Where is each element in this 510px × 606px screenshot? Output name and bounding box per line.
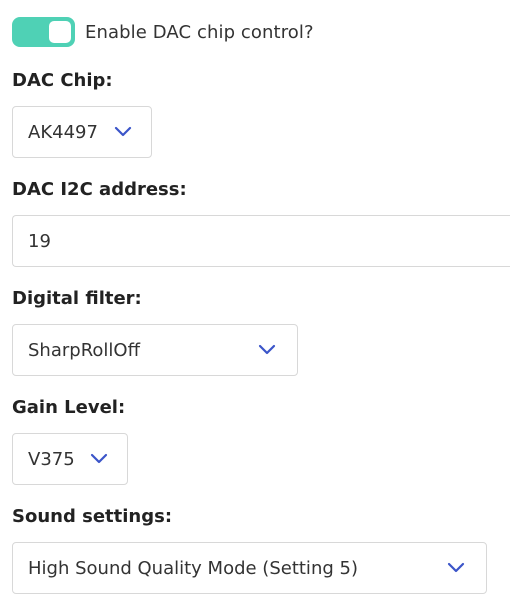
enable-dac-label: Enable DAC chip control? [85, 21, 314, 43]
i2c-address-value: 19 [28, 230, 51, 252]
i2c-address-label: DAC I2C address: [12, 179, 187, 200]
chevron-down-icon [446, 561, 466, 575]
sound-settings-value: High Sound Quality Mode (Setting 5) [28, 557, 358, 579]
gain-level-select[interactable]: V375 [12, 433, 128, 485]
dac-settings-panel: Enable DAC chip control? DAC Chip: AK449… [0, 0, 510, 606]
dac-chip-select[interactable]: AK4497 [12, 106, 152, 158]
enable-dac-toggle[interactable] [12, 17, 75, 47]
sound-settings-select[interactable]: High Sound Quality Mode (Setting 5) [12, 542, 487, 594]
chevron-down-icon [257, 343, 277, 357]
chevron-down-icon [113, 125, 133, 139]
enable-dac-toggle-row: Enable DAC chip control? [12, 17, 314, 47]
gain-level-label: Gain Level: [12, 397, 126, 418]
sound-settings-label: Sound settings: [12, 506, 173, 527]
digital-filter-select[interactable]: SharpRollOff [12, 324, 298, 376]
digital-filter-value: SharpRollOff [28, 339, 140, 361]
dac-chip-value: AK4497 [28, 121, 98, 143]
i2c-address-input[interactable]: 19 [12, 215, 510, 267]
chevron-down-icon [89, 452, 109, 466]
digital-filter-label: Digital filter: [12, 288, 142, 309]
dac-chip-label: DAC Chip: [12, 70, 113, 91]
toggle-knob [49, 21, 71, 43]
gain-level-value: V375 [28, 448, 75, 470]
